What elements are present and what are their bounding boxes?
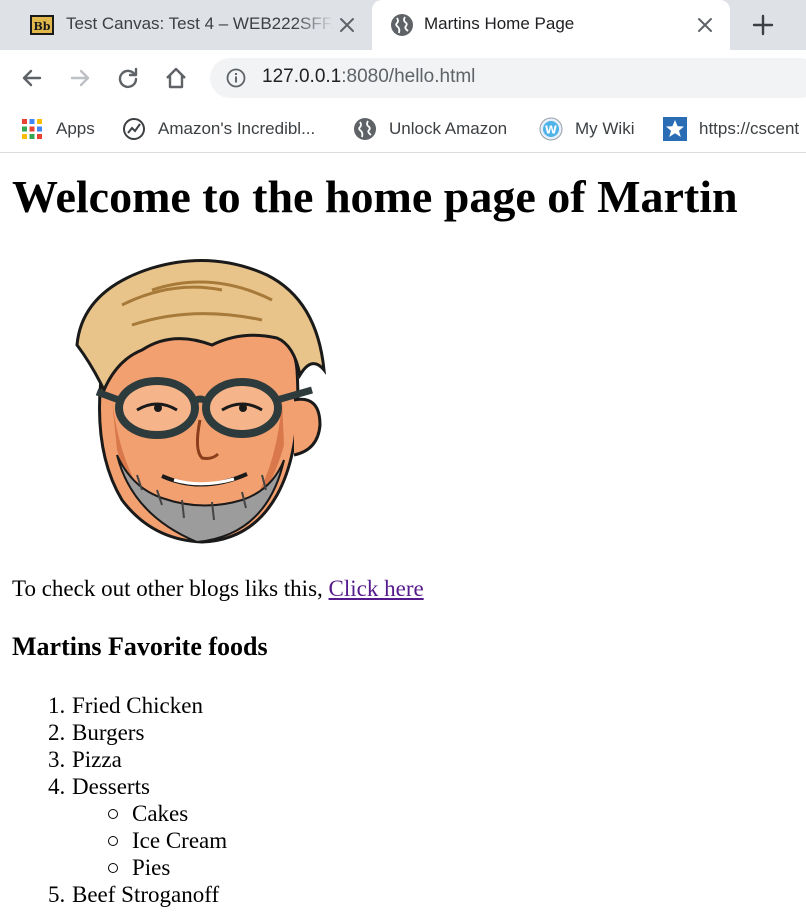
bookmark-cscent[interactable]: https://cscent bbox=[663, 114, 799, 144]
list-item: 2. Burgers bbox=[48, 719, 227, 746]
home-icon[interactable] bbox=[162, 64, 190, 92]
sublist-item: Pies bbox=[108, 854, 227, 881]
bookmark-label: Unlock Amazon bbox=[389, 119, 508, 138]
paragraph-text: To check out other blogs liks this, bbox=[12, 576, 329, 601]
list-number: 5. bbox=[48, 882, 66, 907]
list-item-label: Fried Chicken bbox=[72, 693, 203, 718]
star-icon bbox=[663, 117, 687, 141]
list-item-label: Cakes bbox=[132, 801, 189, 826]
tab-test-canvas[interactable]: Bb Test Canvas: Test 4 – WEB222SFF.04 bbox=[0, 0, 372, 50]
url-text: 127.0.0.1:8080/hello.html bbox=[262, 66, 475, 88]
info-icon[interactable] bbox=[226, 68, 246, 88]
sublist-item: Cakes bbox=[108, 800, 227, 827]
list-item-label: Desserts bbox=[72, 774, 150, 799]
back-arrow-icon[interactable] bbox=[18, 64, 46, 92]
bookmark-label: Amazon's Incredibl... bbox=[158, 119, 316, 138]
bookmarks-bar: Apps Amazon's Incredibl... Unlock Amazon… bbox=[0, 106, 806, 153]
list-item: 5. Beef Stroganoff bbox=[48, 881, 227, 908]
url-path: :8080/hello.html bbox=[341, 66, 476, 87]
apps-grid-icon bbox=[22, 119, 42, 139]
page-content: Welcome to the home page of Martin To ch… bbox=[0, 154, 806, 915]
favorite-foods-heading: Martins Favorite foods bbox=[12, 632, 268, 661]
click-here-link[interactable]: Click here bbox=[329, 576, 424, 601]
sublist-item: Ice Cream bbox=[108, 827, 227, 854]
bookmark-label: Apps bbox=[56, 119, 95, 138]
tab-title: Test Canvas: Test 4 – WEB222SFF.04 bbox=[66, 14, 334, 33]
svg-text:Bb: Bb bbox=[34, 20, 51, 33]
list-item-label: Beef Stroganoff bbox=[72, 882, 220, 907]
list-item-label: Burgers bbox=[72, 720, 145, 745]
globe-icon bbox=[391, 14, 413, 36]
url-host: 127.0.0.1 bbox=[262, 66, 342, 87]
bookmark-amazons-incredible[interactable]: Amazon's Incredibl... bbox=[122, 114, 315, 144]
desserts-sublist: Cakes Ice Cream Pies bbox=[48, 800, 227, 881]
blogs-paragraph: To check out other blogs liks this, Clic… bbox=[12, 576, 424, 602]
chart-circle-icon bbox=[123, 118, 145, 140]
wikipedia-icon: W bbox=[539, 117, 563, 141]
address-bar[interactable]: 127.0.0.1:8080/hello.html bbox=[210, 58, 806, 98]
bookmark-unlock-amazon[interactable]: Unlock Amazon bbox=[353, 114, 507, 144]
list-item-label: Ice Cream bbox=[132, 828, 228, 853]
bookmark-apps[interactable]: Apps bbox=[20, 114, 95, 144]
bookmark-label: https://cscent bbox=[699, 119, 800, 138]
reload-icon[interactable] bbox=[114, 64, 142, 92]
bookmark-my-wiki[interactable]: W My Wiki bbox=[539, 114, 634, 144]
list-item: 3. Pizza bbox=[48, 746, 227, 773]
close-icon[interactable] bbox=[694, 14, 716, 36]
blackboard-bb-icon: Bb bbox=[30, 15, 54, 35]
list-item: 1. Fried Chicken bbox=[48, 692, 227, 719]
svg-text:W: W bbox=[545, 124, 557, 137]
favorite-foods-list: 1. Fried Chicken 2. Burgers 3. Pizza 4. Dess… bbox=[48, 692, 227, 908]
tab-martins-home-page[interactable]: Martins Home Page bbox=[372, 0, 730, 50]
close-icon[interactable] bbox=[336, 14, 358, 36]
forward-arrow-icon[interactable] bbox=[66, 64, 94, 92]
page-heading: Welcome to the home page of Martin bbox=[12, 171, 738, 222]
list-item-label: Pizza bbox=[72, 747, 122, 772]
bookmark-label: My Wiki bbox=[575, 119, 635, 138]
circle-bullet-icon bbox=[108, 809, 118, 819]
tab-strip: Bb Test Canvas: Test 4 – WEB222SFF.04 Ma… bbox=[0, 0, 806, 50]
list-number: 4. bbox=[48, 774, 66, 799]
browser-toolbar: 127.0.0.1:8080/hello.html bbox=[0, 50, 806, 106]
list-item: 4. Desserts bbox=[48, 773, 227, 800]
portrait-illustration bbox=[75, 259, 326, 544]
circle-bullet-icon bbox=[108, 836, 118, 846]
circle-bullet-icon bbox=[108, 863, 118, 873]
list-number: 3. bbox=[48, 747, 66, 772]
list-number: 2. bbox=[48, 720, 66, 745]
globe-icon bbox=[354, 118, 376, 140]
new-tab-plus-icon[interactable] bbox=[748, 12, 778, 38]
list-item-label: Pies bbox=[132, 855, 171, 880]
tab-title: Martins Home Page bbox=[424, 14, 575, 33]
list-number: 1. bbox=[48, 693, 66, 718]
